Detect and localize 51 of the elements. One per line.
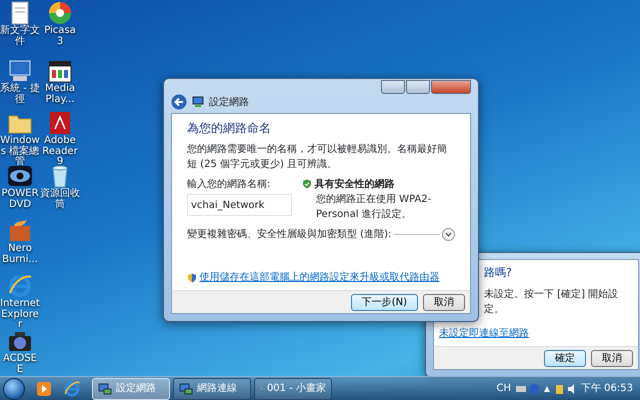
- desktop-icon-label[interactable]: 資源回收筒: [40, 189, 80, 210]
- network-icon: [179, 382, 193, 396]
- browser-e-icon[interactable]: [7, 273, 33, 299]
- security-text: 您的網路正在使用 WPA2-Personal 進行設定。: [315, 192, 432, 222]
- desktop-icon-label[interactable]: Media Play...: [40, 84, 80, 105]
- minimize-button[interactable]: [381, 80, 405, 94]
- shield-check-icon: [302, 179, 312, 189]
- network-icon: [192, 96, 204, 108]
- play-icon[interactable]: [36, 380, 52, 396]
- computer-icon[interactable]: [7, 58, 33, 84]
- desktop-icon-label[interactable]: POWERDVD: [0, 189, 40, 210]
- window-title: 設定網路: [209, 96, 249, 110]
- maximize-button[interactable]: [406, 80, 430, 94]
- browser-e-icon[interactable]: [63, 380, 81, 398]
- advanced-options-label: 變更複雜密碼、安全性層級與加密類型 (進階):: [187, 228, 392, 242]
- expand-button[interactable]: [442, 228, 455, 240]
- film-clapper-icon[interactable]: [47, 58, 73, 84]
- desktop-icon-label[interactable]: Windows 檔案總管: [0, 136, 40, 168]
- taskbar-button[interactable]: 網路連線: [173, 378, 251, 400]
- flame-box-icon[interactable]: [7, 218, 33, 244]
- desktop-icon-label[interactable]: 系統 - 捷徑: [0, 84, 40, 105]
- letter-a-icon[interactable]: [47, 110, 73, 136]
- connect-link[interactable]: 未設定即連線至網路: [439, 328, 529, 339]
- upgrade-router-link[interactable]: 使用儲存在這部電腦上的網路設定來升級或取代路由器: [200, 270, 440, 285]
- tray-icons-drawing[interactable]: [516, 382, 576, 394]
- dialog-text: 未設定。按一下 [確定] 開始設定。: [484, 288, 620, 316]
- dialog-description: 您的網路需要唯一的名稱，才可以被輕易識別。名稱最好簡短 (25 個字元或更少) 且可辨識。: [187, 142, 448, 172]
- back-button[interactable]: [171, 94, 187, 110]
- dialog-button[interactable]: 取消: [423, 294, 465, 310]
- field-label: 輸入您的網路名稱:: [187, 178, 272, 192]
- chevron-down-icon: [445, 230, 452, 238]
- shield-icon: [187, 272, 197, 282]
- desktop-icon-label[interactable]: Picasa 3: [40, 26, 80, 47]
- start-button[interactable]: [3, 378, 25, 400]
- input-language-indicator[interactable]: CH: [496, 381, 511, 396]
- network-icon: [98, 382, 112, 396]
- dialog-button[interactable]: 下一步(N): [350, 294, 418, 310]
- dialog-question: 路嗎?: [484, 265, 513, 281]
- network-name-field[interactable]: vchai_Network: [187, 194, 292, 216]
- desktop-icon-label[interactable]: Adobe Reader 9: [40, 136, 80, 168]
- desktop-icon-label[interactable]: Internet Explorer: [0, 299, 40, 330]
- taskbar-button[interactable]: 001 - 小畫家: [254, 378, 332, 400]
- dialog-button[interactable]: 取消: [591, 350, 633, 366]
- dialog-button[interactable]: 確定: [544, 350, 586, 366]
- pinwheel-icon[interactable]: [47, 0, 73, 26]
- desktop-icon-label[interactable]: Nero Burni...: [0, 244, 40, 265]
- dialog-heading: 為您的網路命名: [187, 120, 272, 136]
- security-title: 具有安全性的網路: [314, 177, 394, 192]
- desktop-icon-label[interactable]: ACDSEE: [0, 354, 40, 375]
- desktop-icon-label[interactable]: 新文字文件: [0, 26, 40, 47]
- clock[interactable]: 下午 06:53: [581, 381, 633, 396]
